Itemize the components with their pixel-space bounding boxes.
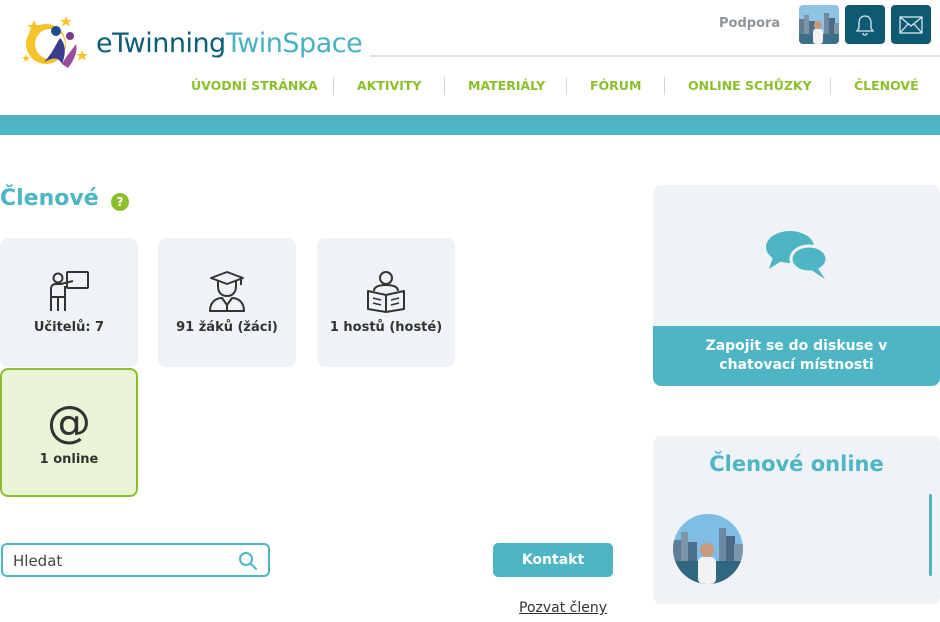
header-divider [370,55,940,57]
online-members-panel: Členové online [653,436,940,604]
online-member-avatar[interactable] [673,514,743,584]
bell-icon [855,14,875,36]
online-member-photo [673,514,743,584]
main-nav: ÚVODNÍ STRÁNKA AKTIVITY MATERIÁLY FÓRUM … [178,77,940,96]
teacher-icon [50,271,89,311]
page-title: Členové [0,186,99,211]
invite-members-link[interactable]: Pozvat členy [519,600,607,616]
help-icon[interactable]: ? [111,193,129,211]
nav-item-online-meetings[interactable]: ONLINE SCHŮZKY [688,78,812,93]
at-icon: @ [47,397,91,448]
nav-item-materials[interactable]: MATERIÁLY [468,78,545,93]
logo-text-twinspace: TwinSpace [225,28,363,59]
join-chat-label[interactable]: Zapojit se do diskuse v chatovací místno… [653,326,940,386]
user-avatar-photo [799,5,839,44]
logo-wordmark: eTwinningTwinSpace [96,28,363,59]
online-list-scrollbar[interactable] [929,494,932,576]
nav-item-activities[interactable]: AKTIVITY [357,78,421,93]
nav-separator [664,77,665,95]
etwinning-logo[interactable]: eTwinningTwinSpace [22,14,363,78]
online-card[interactable]: @ 1 online [0,368,138,497]
students-card[interactable]: 91 žáků (žáci) [158,238,296,367]
nav-separator [830,77,831,95]
nav-separator [333,77,334,95]
teachers-count: Učitelů: 7 [33,320,105,335]
guests-card[interactable]: 1 hostů (hosté) [317,238,455,367]
search-icon[interactable] [238,551,258,571]
online-members-title: Členové online [709,452,884,476]
search-input[interactable] [13,551,233,571]
chat-room-panel[interactable]: Zapojit se do diskuse v chatovací místno… [653,185,940,386]
nav-item-forum[interactable]: FÓRUM [590,78,641,93]
students-count: 91 žáků (žáci) [176,320,278,335]
user-avatar[interactable] [799,5,839,44]
mail-icon [899,15,923,34]
notifications-button[interactable] [845,5,885,44]
nav-item-members[interactable]: ČLENOVÉ [854,78,919,93]
contact-button[interactable]: Kontakt [493,543,613,577]
messages-button[interactable] [891,5,931,44]
member-search [1,543,270,577]
nav-item-home[interactable]: ÚVODNÍ STRÁNKA [191,78,318,93]
online-count: 1 online [39,452,99,467]
logo-text-etwinning: eTwinning [96,28,226,59]
logo-mark-icon [22,16,88,68]
chat-bubbles-icon [766,231,829,279]
nav-separator [566,77,567,95]
guest-reader-icon [367,271,405,313]
header-band [0,115,940,135]
teachers-card[interactable]: Učitelů: 7 [0,238,138,367]
student-icon [209,271,245,312]
guests-count: 1 hostů (hosté) [329,320,443,335]
nav-separator [444,77,445,95]
support-link[interactable]: Podpora [719,16,780,31]
